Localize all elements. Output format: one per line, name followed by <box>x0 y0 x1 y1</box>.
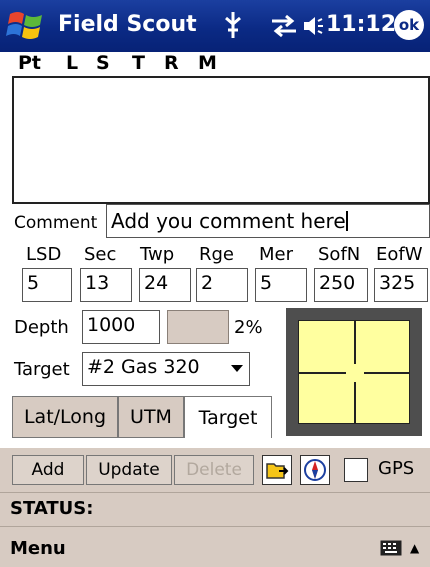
gps-checkbox[interactable] <box>344 458 368 482</box>
dropdown-arrow-icon[interactable] <box>231 365 243 372</box>
target-selected-value: #2 Gas 320 <box>87 356 200 378</box>
twp-field[interactable]: 24 <box>139 268 191 302</box>
ok-button[interactable]: ok <box>394 10 424 40</box>
connectivity-icon[interactable] <box>270 14 298 38</box>
status-bar: STATUS: <box>0 492 430 526</box>
input-panel-arrow-icon[interactable]: ▲ <box>410 541 419 555</box>
percent-indicator <box>167 310 229 344</box>
eofw-field[interactable]: 325 <box>374 268 428 302</box>
eofw-label: EofW <box>376 244 423 265</box>
tab-utm[interactable]: UTM <box>118 396 184 438</box>
depth-label: Depth <box>14 317 69 338</box>
compass-icon <box>304 459 326 481</box>
column-m: M <box>198 52 217 74</box>
menu-button[interactable]: Menu <box>10 538 66 559</box>
lsd-field[interactable]: 5 <box>22 268 72 302</box>
column-r: R <box>164 52 179 74</box>
target-crosshair-area[interactable] <box>298 320 410 424</box>
app-title: Field Scout <box>58 12 197 37</box>
compass-button[interactable] <box>300 455 330 485</box>
title-bar: Field Scout 11:12 ok <box>0 0 430 52</box>
column-s: S <box>96 52 110 74</box>
add-button[interactable]: Add <box>12 455 84 485</box>
rge-field[interactable]: 2 <box>196 268 248 302</box>
sofn-field[interactable]: 250 <box>314 268 368 302</box>
comment-text: Add you comment here <box>111 209 346 233</box>
clock[interactable]: 11:12 <box>326 12 396 37</box>
mer-label: Mer <box>259 244 294 265</box>
status-label: STATUS: <box>10 498 94 519</box>
sec-field[interactable]: 13 <box>80 268 132 302</box>
gps-label: GPS <box>378 458 415 479</box>
antenna-icon[interactable] <box>222 10 244 40</box>
column-t: T <box>132 52 145 74</box>
delete-button[interactable]: Delete <box>174 455 254 485</box>
keyboard-icon[interactable] <box>380 540 402 556</box>
tab-target[interactable]: Target <box>184 396 272 438</box>
rge-label: Rge <box>199 244 235 265</box>
comment-input[interactable]: Add you comment here <box>106 204 430 238</box>
point-list[interactable] <box>12 76 430 204</box>
crosshair-center <box>346 364 364 382</box>
sec-label: Sec <box>84 244 117 265</box>
column-l: L <box>66 52 79 74</box>
target-label: Target <box>14 359 70 380</box>
comment-label: Comment <box>14 213 98 233</box>
mer-field[interactable]: 5 <box>255 268 307 302</box>
column-pt: Pt <box>18 52 42 74</box>
update-button[interactable]: Update <box>86 455 172 485</box>
twp-label: Twp <box>140 244 175 265</box>
lsd-label: LSD <box>26 244 62 265</box>
sofn-label: SofN <box>318 244 361 265</box>
export-button[interactable] <box>262 455 292 485</box>
tab-lat-long[interactable]: Lat/Long <box>12 396 118 438</box>
text-caret <box>345 211 348 231</box>
percent-label: 2% <box>234 317 263 338</box>
speaker-icon[interactable] <box>302 13 324 39</box>
folder-arrow-icon <box>266 463 289 479</box>
depth-field[interactable]: 1000 <box>82 310 160 344</box>
target-dropdown[interactable]: #2 Gas 320 <box>82 352 250 386</box>
windows-start-icon[interactable] <box>6 8 46 44</box>
